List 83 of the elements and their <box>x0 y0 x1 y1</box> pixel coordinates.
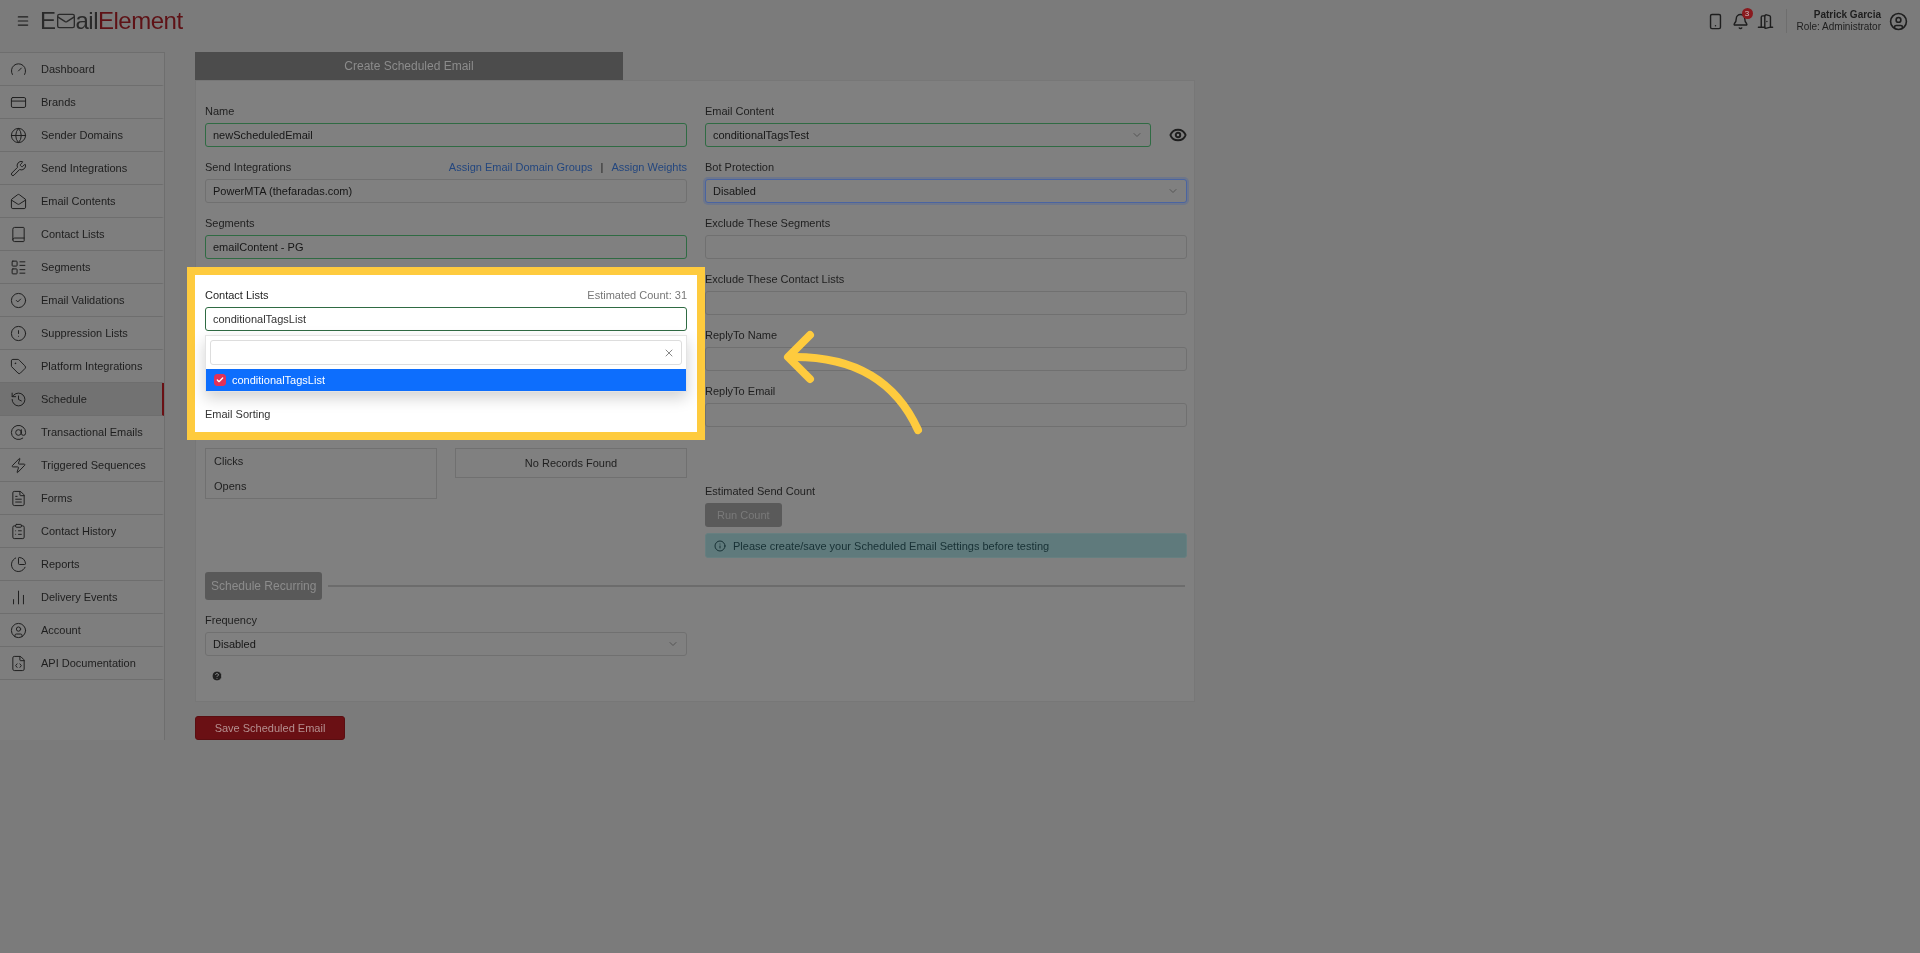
sidebar-item[interactable]: Email Validations <box>0 284 164 317</box>
sidebar-item[interactable]: Send Integrations <box>0 152 164 185</box>
sidebar-item[interactable]: Suppression Lists <box>0 317 164 350</box>
link[interactable]: Assign Weights <box>611 161 687 173</box>
alert-icon <box>10 324 27 342</box>
field-label: Exclude These Contact Lists <box>705 273 846 285</box>
bell-icon[interactable] <box>1731 12 1749 30</box>
search-field[interactable] <box>210 340 682 365</box>
sidebar-item[interactable]: Transactional Emails <box>0 416 164 449</box>
list-item[interactable]: Opens <box>214 480 428 492</box>
sidebar-item[interactable]: Reports <box>0 548 164 581</box>
input-field[interactable]: conditionalTagsList <box>205 307 687 331</box>
input-field[interactable] <box>705 403 1187 427</box>
sidebar-item[interactable]: Email Contents <box>0 185 164 218</box>
sidebar-item[interactable]: Sender Domains <box>0 119 164 152</box>
field-label: Email Content <box>705 105 776 117</box>
input-field[interactable]: emailContent - PG <box>205 235 687 259</box>
exit-icon[interactable] <box>1756 12 1774 30</box>
lightning-icon <box>10 456 27 474</box>
sidebar-item[interactable]: Forms <box>0 482 164 515</box>
input-field[interactable]: newScheduledEmail <box>205 123 687 147</box>
sidebar-item[interactable]: API Documentation <box>0 647 164 680</box>
sidebar-item[interactable]: Contact History <box>0 515 164 548</box>
document-icon <box>10 489 27 507</box>
eye-icon[interactable] <box>1169 126 1187 144</box>
sidebar-item[interactable]: Triggered Sequences <box>0 449 164 482</box>
list-icon <box>10 258 27 276</box>
field-label: ReplyTo Email <box>705 385 777 397</box>
field-label: Send Integrations <box>205 161 292 173</box>
checkbox[interactable] <box>214 374 226 386</box>
field-label: Segments <box>205 217 256 229</box>
tag-icon <box>10 357 27 375</box>
user-name: Patrick Garcia <box>1813 9 1881 21</box>
logo: E ailElement <box>40 7 183 35</box>
gauge-icon <box>10 60 27 78</box>
sidebar-item[interactable]: Schedule <box>0 383 164 416</box>
select-field[interactable]: Disabled <box>705 179 1187 203</box>
separator: | <box>600 161 604 173</box>
at-icon <box>10 423 27 441</box>
field-label: Name <box>205 105 236 117</box>
save-button[interactable]: Save Scheduled Email <box>195 716 345 740</box>
sidebar-item[interactable]: Dashboard <box>0 53 164 86</box>
info-icon <box>714 539 726 552</box>
input-field[interactable] <box>705 347 1187 371</box>
input-field[interactable] <box>705 291 1187 315</box>
estimated-count: Estimated Count: 31 <box>587 289 687 301</box>
input-field[interactable]: PowerMTA (thefaradas.com) <box>205 179 687 203</box>
sidebar-item[interactable]: Account <box>0 614 164 647</box>
pie-chart-icon <box>10 555 27 573</box>
select-field[interactable]: Disabled <box>205 632 687 656</box>
user-avatar-icon[interactable] <box>1889 11 1908 31</box>
sidebar-item[interactable]: Contact Lists <box>0 218 164 251</box>
field-label: ReplyTo Name <box>705 329 779 341</box>
list-item[interactable]: Clicks <box>214 455 428 467</box>
sidebar-item[interactable]: Delivery Events <box>0 581 164 614</box>
field-label: Exclude These Segments <box>705 217 832 229</box>
dropdown-option[interactable]: conditionalTagsList <box>206 369 686 391</box>
wrench-icon <box>10 159 27 177</box>
document-icon <box>10 654 27 672</box>
select-field[interactable]: conditionalTagsTest <box>705 123 1151 147</box>
menu-icon[interactable] <box>16 14 30 28</box>
field-label: Estimated Send Count <box>705 485 817 497</box>
envelope-icon <box>10 192 27 210</box>
field-label: Email Sorting <box>205 408 272 420</box>
field-label: Frequency <box>205 614 258 626</box>
link[interactable]: Assign Email Domain Groups <box>448 161 593 173</box>
history-icon <box>10 390 27 408</box>
globe-icon <box>10 126 27 144</box>
user-role: Role: Administrator <box>1796 21 1881 33</box>
notification-badge: 3 <box>1741 7 1753 19</box>
clipboard-icon <box>10 522 27 540</box>
field-label: Bot Protection <box>705 161 776 173</box>
field-label: Contact Lists <box>205 289 269 301</box>
sidebar-item[interactable]: Brands <box>0 86 164 119</box>
help-icon[interactable] <box>211 670 223 682</box>
sidebar-item[interactable]: Segments <box>0 251 164 284</box>
alert-text: Please create/save your Scheduled Email Settings before testing <box>733 539 1050 552</box>
book-icon <box>10 225 27 243</box>
empty-list: No Records Found <box>455 448 687 478</box>
user-icon <box>10 621 27 639</box>
bar-chart-icon <box>10 588 27 606</box>
tab[interactable]: Create Scheduled Email <box>195 52 623 80</box>
check-circle-icon <box>10 291 27 309</box>
